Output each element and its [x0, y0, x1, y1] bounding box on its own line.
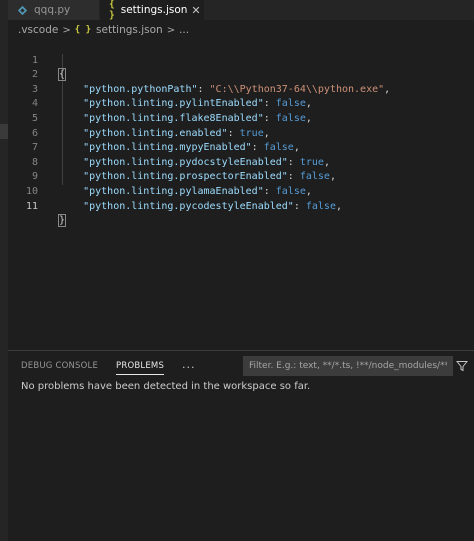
bottom-panel: DEBUG CONSOLE PROBLEMS ··· No problems h… — [8, 350, 474, 541]
code-line: 5 "python.linting.enabled": true, — [8, 97, 474, 139]
code-line: 10 "python.linting.pycodestyleEnabled": … — [8, 170, 474, 212]
tab-qqq-py[interactable]: qqq.py — [8, 0, 100, 20]
json-file-icon: { } — [74, 25, 92, 35]
code-line: 6 "python.linting.mypyEnabled": false, — [8, 112, 474, 154]
code-line: 2 "python.pythonPath": "C:\\Python37-64\… — [8, 54, 474, 95]
tab-problems[interactable]: PROBLEMS — [116, 359, 165, 375]
code-line: 11 } — [8, 185, 474, 228]
chevron-right-icon: > — [166, 24, 176, 36]
activity-bar-edge — [0, 0, 8, 541]
close-icon[interactable]: ✕ — [191, 4, 200, 17]
breadcrumb: .vscode > { } settings.json > ... — [18, 22, 189, 38]
json-colon: : — [293, 200, 306, 212]
activity-indicator — [0, 124, 8, 139]
code-line: 3 "python.linting.pylintEnabled": false, — [8, 68, 474, 110]
close-brace: } — [57, 214, 67, 228]
json-value: false — [305, 200, 336, 212]
chevron-right-icon: > — [62, 24, 71, 36]
json-key: "python.linting.pycodestyleEnabled" — [83, 200, 294, 212]
json-comma: , — [335, 200, 342, 212]
more-actions-icon[interactable]: ··· — [182, 361, 196, 374]
tab-label: qqq.py — [34, 4, 71, 16]
code-line: 4 "python.linting.flake8Enabled": false, — [8, 83, 474, 124]
filter-icon[interactable] — [456, 360, 468, 372]
code-line: 1 { — [8, 39, 474, 82]
problems-message: No problems have been detected in the wo… — [21, 381, 311, 392]
breadcrumb-symbol[interactable]: ... — [179, 24, 189, 36]
tab-settings-json[interactable]: { } settings.json ✕ — [100, 0, 204, 21]
panel-tab-bar: DEBUG CONSOLE PROBLEMS ··· — [21, 359, 196, 375]
tab-label: settings.json — [120, 4, 188, 16]
python-file-icon — [17, 5, 28, 15]
breadcrumb-folder[interactable]: .vscode — [18, 24, 58, 36]
code-line: 8 "python.linting.prospectorEnabled": fa… — [8, 141, 474, 183]
breadcrumb-file[interactable]: settings.json — [96, 24, 163, 36]
code-line: 9 "python.linting.pylamaEnabled": false, — [8, 156, 474, 197]
problems-filter-input[interactable] — [243, 356, 453, 376]
editor-tab-bar: qqq.py { } settings.json ✕ — [8, 0, 474, 21]
code-editor[interactable]: 1 { 2 "python.pythonPath": "C:\\Python37… — [8, 38, 474, 348]
line-number: 11 — [25, 200, 38, 212]
code-line: 7 "python.linting.pydocstyleEnabled": tr… — [8, 127, 474, 168]
tab-debug-console[interactable]: DEBUG CONSOLE — [21, 359, 98, 375]
json-file-icon: { } — [109, 0, 115, 21]
